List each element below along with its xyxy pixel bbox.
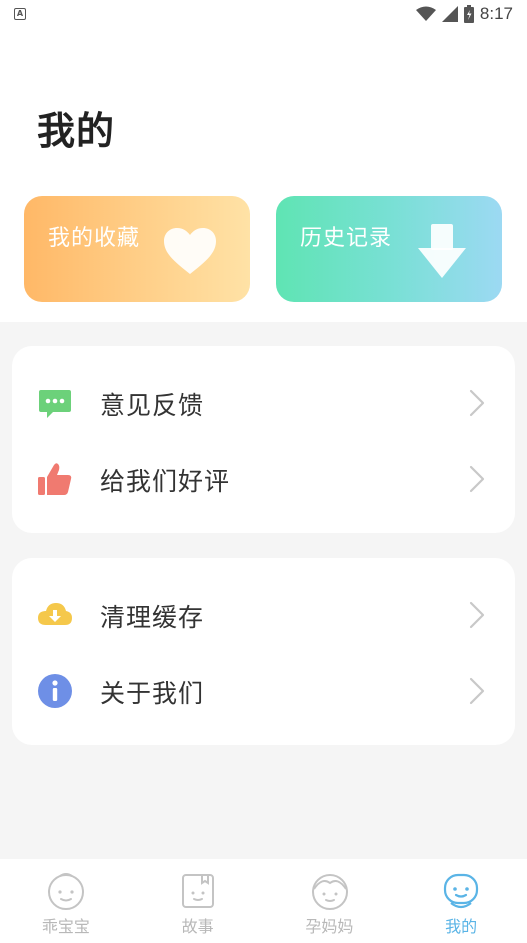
favorites-card-label: 我的收藏 <box>48 226 141 251</box>
chat-bubble-icon <box>39 390 71 418</box>
history-card-label: 历史记录 <box>300 226 393 251</box>
menu-group-app: 清理缓存 关于我们 <box>12 558 515 745</box>
heart-icon <box>164 228 216 274</box>
nav-item-mom[interactable]: 孕妈妈 <box>264 859 396 943</box>
profile-face-icon <box>444 873 479 909</box>
baby-icon <box>48 873 84 910</box>
wifi-icon <box>415 6 436 21</box>
page-title: 我的 <box>37 109 116 153</box>
menu-area: 意见反馈 给我们好评 清理缓存 关于我们 <box>0 322 527 859</box>
chevron-right-icon <box>469 465 485 493</box>
nav-label: 孕妈妈 <box>305 917 354 936</box>
thumbs-up-icon <box>38 463 72 495</box>
chevron-right-icon <box>469 601 485 629</box>
chevron-right-icon <box>469 677 485 705</box>
nav-item-baby[interactable]: 乖宝宝 <box>0 859 132 943</box>
menu-item-rate-us[interactable]: 给我们好评 <box>12 448 515 508</box>
menu-item-feedback[interactable]: 意见反馈 <box>12 372 515 432</box>
info-icon <box>38 674 72 708</box>
status-bar: A 8:17 <box>0 0 527 28</box>
mom-icon <box>311 874 348 910</box>
menu-item-about-us[interactable]: 关于我们 <box>12 660 515 720</box>
menu-item-label: 清理缓存 <box>100 603 205 632</box>
nav-label: 乖宝宝 <box>41 917 90 936</box>
battery-icon <box>463 5 474 23</box>
nav-item-mine[interactable]: 我的 <box>395 859 527 943</box>
cloud-download-icon <box>38 603 72 625</box>
menu-item-label: 给我们好评 <box>100 467 231 496</box>
menu-group-feedback: 意见反馈 给我们好评 <box>12 346 515 533</box>
chevron-right-icon <box>469 389 485 417</box>
menu-item-label: 关于我们 <box>100 679 205 708</box>
menu-item-clear-cache[interactable]: 清理缓存 <box>12 584 515 644</box>
favorites-card[interactable]: 我的收藏 <box>24 196 250 302</box>
signal-icon <box>441 6 458 22</box>
bottom-nav: 乖宝宝 故事 孕妈妈 我的 <box>0 859 527 943</box>
profile-header: 我的 我的收藏 历史记录 <box>0 28 527 322</box>
status-time: 8:17 <box>479 4 513 23</box>
history-card[interactable]: 历史记录 <box>276 196 502 302</box>
menu-item-label: 意见反馈 <box>100 391 205 420</box>
storybook-icon <box>181 874 214 908</box>
download-arrow-icon <box>418 224 466 278</box>
nav-item-story[interactable]: 故事 <box>132 859 264 943</box>
notification-badge-icon: A <box>14 8 26 20</box>
nav-label: 故事 <box>181 917 214 936</box>
nav-label: 我的 <box>445 917 478 936</box>
